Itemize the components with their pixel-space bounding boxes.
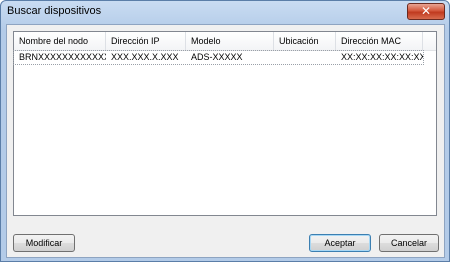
title-bar[interactable]: Buscar dispositivos ✕ — [1, 1, 449, 23]
cell-model: ADS-XXXXX — [191, 52, 243, 62]
table-row[interactable]: BRNXXXXXXXXXXXX XXX.XXX.X.XXX ADS-XXXXX … — [13, 50, 424, 65]
column-ip-address[interactable]: Dirección IP — [106, 32, 186, 50]
window-title: Buscar dispositivos — [7, 5, 102, 17]
modify-button[interactable]: Modificar — [13, 234, 75, 252]
cell-mac-address: XX:XX:XX:XX:XX:XX — [341, 52, 423, 62]
devices-list[interactable]: Nombre del nodo Dirección IP Modelo Ubic… — [13, 31, 437, 216]
cancel-button[interactable]: Cancelar — [379, 234, 439, 252]
cell-node-name: BRNXXXXXXXXXXXX — [19, 52, 106, 62]
cell-location — [274, 51, 336, 64]
close-icon: ✕ — [420, 4, 432, 18]
column-location[interactable]: Ubicación — [274, 32, 336, 50]
search-devices-dialog: Buscar dispositivos ✕ Nombre del nodo Di… — [0, 0, 450, 262]
column-node-name[interactable]: Nombre del nodo — [14, 32, 106, 50]
list-header: Nombre del nodo Dirección IP Modelo Ubic… — [14, 32, 436, 51]
close-button[interactable]: ✕ — [407, 3, 445, 20]
dialog-body: Nombre del nodo Dirección IP Modelo Ubic… — [6, 24, 445, 258]
column-model[interactable]: Modelo — [186, 32, 274, 50]
column-mac-address[interactable]: Dirección MAC — [336, 32, 423, 50]
accept-button[interactable]: Aceptar — [309, 234, 371, 252]
cell-ip-address: XXX.XXX.X.XXX — [111, 52, 179, 62]
